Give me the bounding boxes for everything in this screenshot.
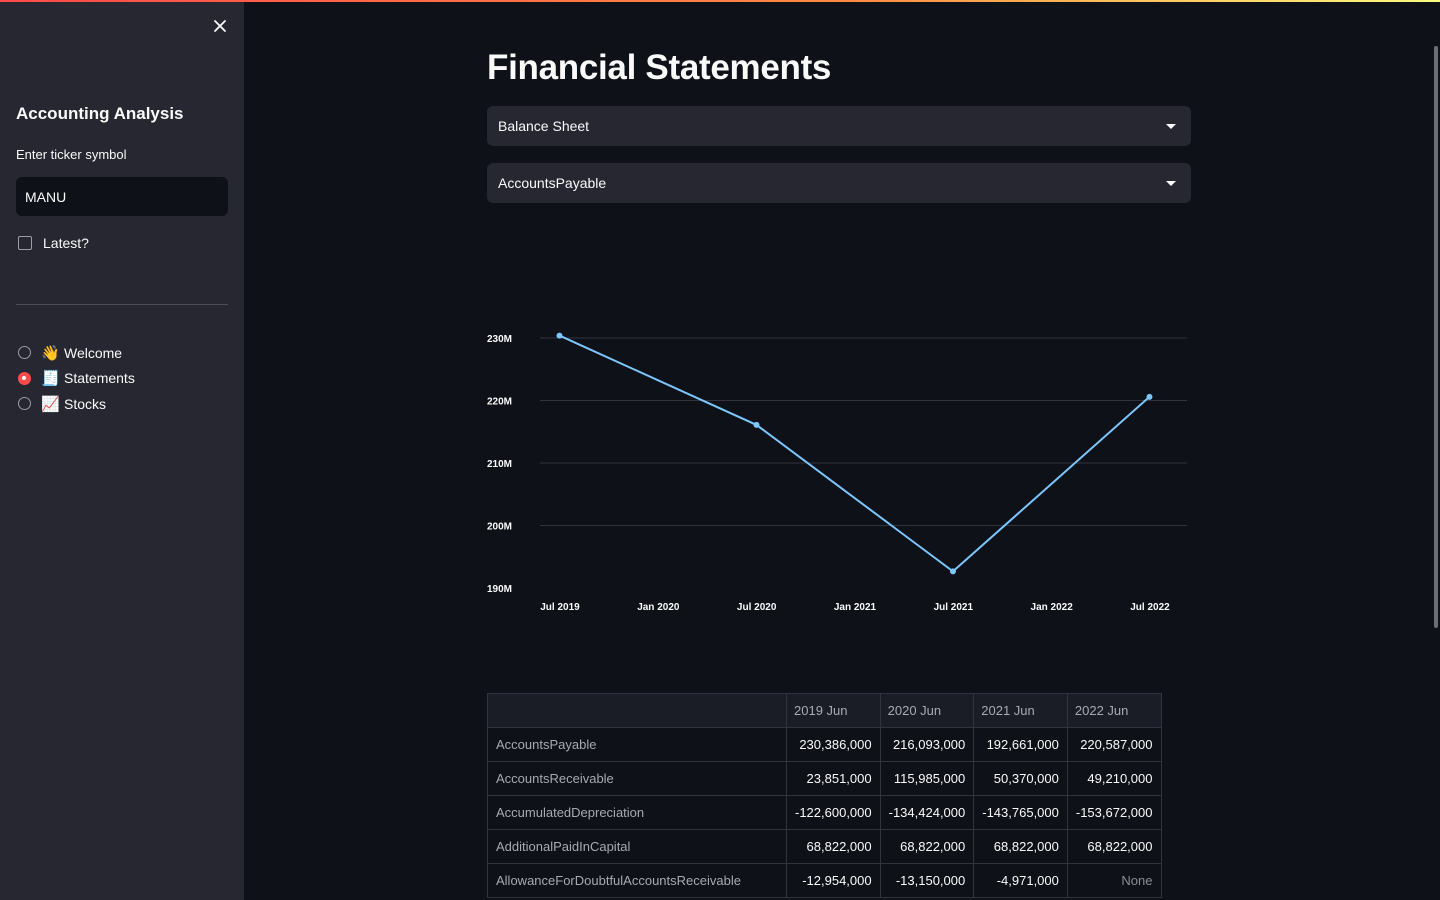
x-tick-label: Jul 2022 (1130, 602, 1170, 613)
line-chart-svg: 190M 200M 210M 220M 230M Jul 2019 Jan 2020 Jul … (487, 332, 1187, 613)
row-header: AccumulatedDepreciation (487, 795, 787, 830)
table-row: AccountsPayable 230,386,000 216,093,000 … (487, 727, 1162, 762)
financial-data-table: 2019 Jun 2020 Jun 2021 Jun 2022 Jun Acco… (487, 693, 1162, 898)
row-header: AccountsPayable (487, 727, 787, 762)
x-tick-label: Jul 2020 (737, 602, 777, 613)
page-title: Financial Statements (487, 48, 832, 87)
table-corner-header (487, 693, 787, 728)
table-cell: 49,210,000 (1066, 761, 1162, 796)
nav-radio-group: 👋 Welcome 🧾 Statements 📈 Stocks (18, 340, 135, 417)
column-header[interactable]: 2022 Jun (1066, 693, 1162, 728)
radio-button[interactable] (18, 346, 31, 360)
table-cell: 68,822,000 (879, 829, 975, 864)
table-row: AdditionalPaidInCapital 68,822,000 68,82… (487, 829, 1162, 864)
table-cell: 230,386,000 (786, 727, 881, 762)
close-sidebar-button[interactable] (208, 14, 232, 38)
x-tick-label: Jul 2019 (540, 602, 580, 613)
waving-hand-icon: 👋 (41, 344, 60, 362)
item-select[interactable]: AccountsPayable (487, 163, 1191, 203)
y-tick-label: 190M (487, 584, 512, 595)
receipt-icon: 🧾 (41, 370, 60, 388)
item-select-value: AccountsPayable (498, 175, 607, 191)
ticker-input[interactable] (16, 177, 228, 216)
table-cell: 220,587,000 (1066, 727, 1162, 762)
radio-button-selected[interactable] (18, 371, 31, 385)
table-row: AllowanceForDoubtfulAccountsReceivable -… (487, 863, 1162, 898)
column-header[interactable]: 2021 Jun (973, 693, 1068, 728)
table-cell: -13,150,000 (879, 863, 975, 898)
x-tick-label: Jan 2020 (637, 602, 680, 613)
table-cell: 68,822,000 (786, 829, 881, 864)
statement-select[interactable]: Balance Sheet (487, 106, 1191, 146)
latest-checkbox-label: Latest? (43, 235, 89, 251)
checkbox-box[interactable] (18, 236, 32, 250)
table-cell: -153,672,000 (1066, 795, 1162, 830)
table-header-row: 2019 Jun 2020 Jun 2021 Jun 2022 Jun (487, 693, 1162, 728)
table-cell: 216,093,000 (879, 727, 975, 762)
table-cell: -122,600,000 (786, 795, 881, 830)
series-line (559, 334, 1151, 573)
chart-increasing-icon: 📈 (41, 395, 60, 413)
table-cell: 50,370,000 (973, 761, 1068, 796)
chevron-down-icon (1166, 180, 1176, 186)
main-scrollbar[interactable] (1434, 46, 1438, 628)
radio-button[interactable] (18, 397, 31, 411)
nav-option-statements[interactable]: 🧾 Statements (18, 366, 135, 392)
close-icon (214, 20, 226, 32)
y-tick-label: 230M (487, 334, 512, 345)
statement-select-value: Balance Sheet (498, 118, 590, 134)
table-row: AccumulatedDepreciation -122,600,000 -13… (487, 795, 1162, 830)
row-header: AdditionalPaidInCapital (487, 829, 787, 864)
table-cell: -4,971,000 (973, 863, 1068, 898)
x-tick-label: Jan 2021 (834, 602, 877, 613)
table-cell: -143,765,000 (973, 795, 1068, 830)
ticker-label: Enter ticker symbol (16, 147, 127, 162)
sidebar-divider (16, 304, 228, 305)
table-cell: 115,985,000 (879, 761, 975, 796)
data-point (949, 568, 956, 575)
data-point (753, 421, 760, 428)
x-tick-label: Jan 2022 (1031, 602, 1074, 613)
line-chart: 190M 200M 210M 220M 230M Jul 2019 Jan 2020 Jul … (480, 320, 1200, 620)
table-cell: -134,424,000 (879, 795, 975, 830)
data-point (556, 332, 563, 339)
table-cell: -12,954,000 (786, 863, 881, 898)
nav-label-welcome: Welcome (64, 344, 123, 361)
nav-option-stocks[interactable]: 📈 Stocks (18, 391, 135, 417)
y-tick-label: 200M (487, 522, 512, 533)
row-header: AccountsReceivable (487, 761, 787, 796)
y-tick-label: 210M (487, 459, 512, 470)
column-header[interactable]: 2020 Jun (879, 693, 975, 728)
latest-checkbox[interactable]: Latest? (18, 235, 89, 251)
data-point (1146, 393, 1153, 400)
table-cell: None (1066, 863, 1162, 898)
table-cell: 23,851,000 (786, 761, 881, 796)
table-cell: 68,822,000 (1066, 829, 1162, 864)
table-cell: 192,661,000 (973, 727, 1068, 762)
sidebar-title: Accounting Analysis (16, 104, 184, 123)
table-cell: 68,822,000 (973, 829, 1068, 864)
nav-label-statements: Statements (64, 370, 135, 387)
y-tick-label: 220M (487, 397, 512, 408)
row-header: AllowanceForDoubtfulAccountsReceivable (487, 863, 787, 898)
nav-label-stocks: Stocks (64, 395, 107, 412)
table-row: AccountsReceivable 23,851,000 115,985,00… (487, 761, 1162, 796)
sidebar: Accounting Analysis Enter ticker symbol … (0, 0, 244, 900)
chevron-down-icon (1166, 123, 1176, 129)
x-tick-label: Jul 2021 (934, 602, 974, 613)
column-header[interactable]: 2019 Jun (786, 693, 881, 728)
top-decoration-bar (0, 0, 1440, 2)
nav-option-welcome[interactable]: 👋 Welcome (18, 340, 135, 366)
